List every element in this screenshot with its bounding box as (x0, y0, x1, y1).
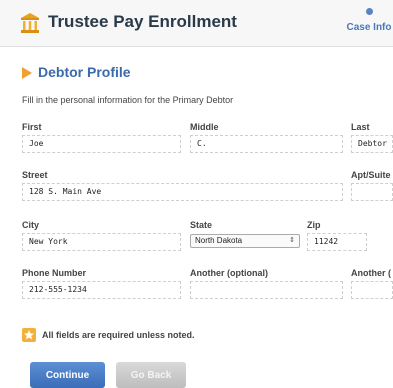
street-input[interactable]: 128 S. Main Ave (22, 183, 343, 201)
updown-caret-icon: ⇕ (289, 237, 295, 244)
apt-suite-label: Apt/Suite (351, 170, 391, 180)
another-phone-label: Another (optional) (190, 268, 268, 278)
instructions-text: Fill in the personal information for the… (22, 95, 234, 105)
required-fields-note: All fields are required unless noted. (42, 330, 195, 340)
last-name-input[interactable]: Debtor (351, 135, 393, 153)
go-back-button[interactable]: Go Back (116, 362, 186, 388)
middle-name-input[interactable]: C. (190, 135, 343, 153)
continue-button[interactable]: Continue (30, 362, 105, 388)
apt-suite-input[interactable] (351, 183, 393, 201)
phone-input[interactable]: 212-555-1234 (22, 281, 181, 299)
zip-label: Zip (307, 220, 321, 230)
city-label: City (22, 220, 40, 230)
section-title: Debtor Profile (38, 64, 131, 80)
state-label: State (190, 220, 213, 230)
another-phone-2-label: Another ( (351, 268, 391, 278)
case-info-button[interactable]: Case Info (345, 8, 393, 35)
city-input[interactable]: New York (22, 233, 181, 251)
state-select[interactable]: North Dakota ⇕ (190, 234, 300, 248)
first-name-input[interactable]: Joe (22, 135, 181, 153)
last-name-label: Last (351, 122, 370, 132)
app-title: Trustee Pay Enrollment (48, 12, 237, 31)
street-label: Street (22, 170, 48, 180)
info-dot-icon (365, 8, 373, 15)
arrow-right-icon (22, 67, 32, 79)
state-select-value: North Dakota (195, 236, 243, 245)
zip-input[interactable]: 11242 (307, 233, 367, 251)
first-name-label: First (22, 122, 42, 132)
phone-label: Phone Number (22, 268, 87, 278)
another-phone-2-input[interactable] (351, 281, 393, 299)
case-info-label: Case Info (346, 22, 392, 33)
another-phone-input[interactable] (190, 281, 343, 299)
middle-name-label: Middle (190, 122, 219, 132)
bank-building-icon (20, 12, 40, 34)
star-icon (22, 328, 36, 342)
